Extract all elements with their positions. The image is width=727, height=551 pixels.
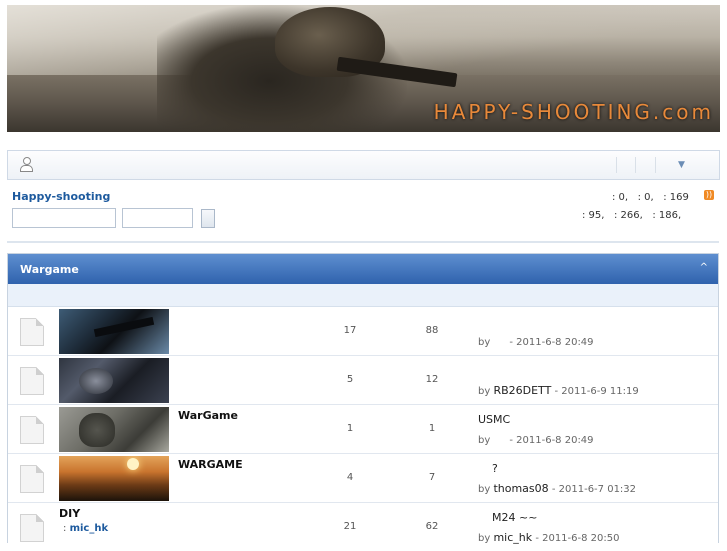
forum-status-icon <box>20 416 44 444</box>
forum-row: 17 88 by - 2011-6-8 20:49 <box>8 307 718 356</box>
moderator-label: : <box>63 523 67 534</box>
user-icon[interactable] <box>20 157 33 172</box>
last-post-time: - 2011-6-8 20:50 <box>535 533 620 544</box>
last-post-info: by RB26DETT - 2011-6-9 11:19 <box>478 384 639 397</box>
moderator-info: : mic_hk <box>59 523 108 534</box>
site-banner[interactable]: HAPPY-SHOOTING.com <box>7 5 720 132</box>
forum-row: 5 12 by RB26DETT - 2011-6-9 11:19 <box>8 356 718 405</box>
stats-line-2: : 95, : 266, : 186, <box>582 210 682 221</box>
last-post-time: - 2011-6-9 11:19 <box>554 386 639 397</box>
user-toolbar: ▼ <box>7 150 720 180</box>
topic-count: 1 <box>346 423 354 434</box>
last-post-time: - 2011-6-7 01:32 <box>551 484 637 495</box>
username-input[interactable] <box>12 208 116 228</box>
last-post-by-label: by <box>478 484 491 495</box>
toolbar-separator <box>655 157 656 173</box>
post-count: 1 <box>428 423 436 434</box>
forum-title[interactable]: DIY <box>59 507 80 520</box>
toolbar-separator <box>616 157 617 173</box>
last-post-by-label: by <box>478 337 491 348</box>
site-logo-text: HAPPY-SHOOTING.com <box>433 100 714 124</box>
forum-status-icon <box>20 465 44 493</box>
forum-thumbnail[interactable] <box>59 309 169 354</box>
moderator-link[interactable]: mic_hk <box>70 523 109 534</box>
category-title[interactable]: Wargame <box>20 263 79 276</box>
password-input[interactable] <box>122 208 193 228</box>
last-post-info: by mic_hk - 2011-6-8 20:50 <box>478 531 620 544</box>
last-post-time: - 2011-6-8 20:49 <box>509 435 594 446</box>
last-post-info: by thomas08 - 2011-6-7 01:32 <box>478 482 636 495</box>
forum-thumbnail[interactable] <box>59 456 169 501</box>
last-post-by-label: by <box>478 386 491 397</box>
forum-status-icon <box>20 367 44 395</box>
forum-category: Wargame ^ 17 88 by - 2011-6-8 20:49 5 12… <box>7 253 719 551</box>
post-count: 12 <box>425 374 439 385</box>
forum-thumbnail[interactable] <box>59 407 169 452</box>
forum-title[interactable]: WARGAME <box>178 458 243 471</box>
post-count: 88 <box>425 325 439 336</box>
forum-row: DIY : mic_hk 21 62 M24 ~~ by mic_hk - 20… <box>8 503 718 551</box>
last-post-title[interactable]: M24 ~~ <box>492 511 537 524</box>
topic-count: 4 <box>346 472 354 483</box>
site-home-link[interactable]: Happy-shooting <box>12 190 110 203</box>
section-divider <box>7 241 719 243</box>
post-count: 62 <box>425 521 439 532</box>
last-post-info: by - 2011-6-8 20:49 <box>478 433 594 446</box>
topic-count: 5 <box>346 374 354 385</box>
last-post-user[interactable]: thomas08 <box>493 482 548 495</box>
post-count: 7 <box>428 472 436 483</box>
toolbar-separator <box>635 157 636 173</box>
category-header: Wargame ^ <box>8 254 718 284</box>
forum-thumbnail[interactable] <box>59 358 169 403</box>
last-post-title[interactable]: USMC <box>478 413 510 426</box>
collapse-icon[interactable]: ^ <box>700 262 708 273</box>
forum-title[interactable]: WarGame <box>178 409 238 422</box>
login-button[interactable] <box>201 209 215 228</box>
rss-icon[interactable]: )) <box>704 190 714 200</box>
forum-row: WARGAME 4 7 ? by thomas08 - 2011-6-7 01:… <box>8 454 718 503</box>
chevron-down-icon[interactable]: ▼ <box>678 160 685 170</box>
forum-status-icon <box>20 514 44 542</box>
last-post-time: - 2011-6-8 20:49 <box>509 337 594 348</box>
last-post-title[interactable]: ? <box>492 462 498 475</box>
last-post-info: by - 2011-6-8 20:49 <box>478 335 594 348</box>
stats-line-1: : 0, : 0, : 169 <box>612 192 689 203</box>
forum-row: WarGame 1 1 USMC by - 2011-6-8 20:49 <box>8 405 718 454</box>
last-post-by-label: by <box>478 533 491 544</box>
forum-status-icon <box>20 318 44 346</box>
category-subheader <box>8 284 718 307</box>
last-post-by-label: by <box>478 435 491 446</box>
topic-count: 17 <box>343 325 357 336</box>
last-post-user[interactable]: RB26DETT <box>493 384 551 397</box>
last-post-user[interactable]: mic_hk <box>493 531 532 544</box>
topic-count: 21 <box>343 521 357 532</box>
